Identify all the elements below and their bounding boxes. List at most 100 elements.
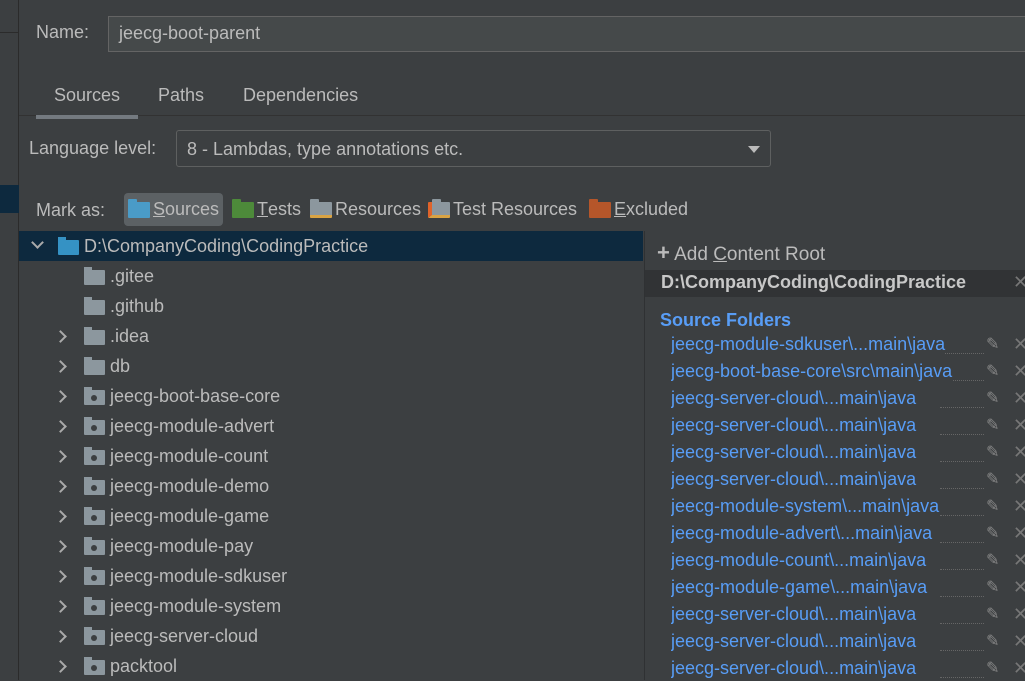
- source-folder-item[interactable]: jeecg-module-count\...main\java: [671, 550, 985, 572]
- tab-paths[interactable]: Paths: [158, 85, 204, 106]
- label: Test Resources: [453, 199, 578, 219]
- edit-pencil-icon[interactable]: ✎: [986, 469, 999, 489]
- add-content-root-button[interactable]: + Add Content Root: [657, 240, 825, 266]
- source-folder-item[interactable]: jeecg-module-sdkuser\...main\java: [671, 334, 985, 356]
- edit-pencil-icon[interactable]: ✎: [986, 361, 999, 381]
- module-folder-icon: [84, 387, 105, 405]
- tree-row[interactable]: jeecg-module-count: [19, 441, 643, 471]
- source-folders-heading: Source Folders: [660, 310, 792, 330]
- remove-source-folder-icon[interactable]: ✕: [1013, 604, 1025, 625]
- edit-pencil-icon[interactable]: ✎: [986, 577, 999, 597]
- remove-source-folder-icon[interactable]: ✕: [1013, 496, 1025, 517]
- source-folder-item[interactable]: jeecg-server-cloud\...main\java: [671, 415, 985, 437]
- remove-source-folder-icon[interactable]: ✕: [1013, 658, 1025, 679]
- edit-pencil-icon[interactable]: ✎: [986, 604, 999, 624]
- remove-source-folder-icon[interactable]: ✕: [1013, 415, 1025, 436]
- edit-pencil-icon[interactable]: ✎: [986, 631, 999, 651]
- source-folder-item[interactable]: jeecg-server-cloud\...main\java: [671, 388, 985, 410]
- chevron-right-icon[interactable]: [54, 570, 67, 583]
- chevron-right-icon[interactable]: [54, 630, 67, 643]
- tree-row[interactable]: jeecg-module-demo: [19, 471, 643, 501]
- sidebar-selected-item[interactable]: [0, 185, 19, 213]
- tree-row[interactable]: jeecg-module-sdkuser: [19, 561, 643, 591]
- label: ources: [165, 199, 220, 219]
- chevron-right-icon[interactable]: [54, 450, 67, 463]
- source-folder-path: jeecg-module-count\...main\java: [671, 550, 927, 570]
- tab-dependencies[interactable]: Dependencies: [243, 85, 358, 106]
- tree-row[interactable]: .github: [19, 291, 643, 321]
- tree-row[interactable]: .idea: [19, 321, 643, 351]
- label: Resources: [335, 199, 422, 219]
- chevron-right-icon[interactable]: [54, 420, 67, 433]
- tree-row[interactable]: db: [19, 351, 643, 381]
- chevron-right-icon[interactable]: [54, 360, 67, 373]
- source-folder-item[interactable]: jeecg-module-system\...main\java: [671, 496, 985, 518]
- source-folder-item[interactable]: jeecg-module-advert\...main\java: [671, 523, 985, 545]
- source-folder-item[interactable]: jeecg-server-cloud\...main\java: [671, 469, 985, 491]
- tree-row[interactable]: jeecg-module-system: [19, 591, 643, 621]
- source-folder-icon: [58, 237, 79, 255]
- language-level-value: 8 - Lambdas, type annotations etc.: [187, 139, 464, 159]
- tree-row[interactable]: jeecg-boot-base-core: [19, 381, 643, 411]
- source-folder-item[interactable]: jeecg-server-cloud\...main\java: [671, 604, 985, 626]
- tree-row[interactable]: jeecg-module-game: [19, 501, 643, 531]
- source-folder-path: jeecg-boot-base-core\src\main\java: [671, 361, 953, 381]
- edit-pencil-icon[interactable]: ✎: [986, 523, 999, 543]
- source-folder-item[interactable]: jeecg-server-cloud\...main\java: [671, 658, 985, 680]
- remove-source-folder-icon[interactable]: ✕: [1013, 577, 1025, 598]
- edit-pencil-icon[interactable]: ✎: [986, 496, 999, 516]
- module-folder-icon: [84, 627, 105, 645]
- remove-source-folder-icon[interactable]: ✕: [1013, 631, 1025, 652]
- chevron-down-icon[interactable]: [31, 236, 44, 249]
- edit-pencil-icon[interactable]: ✎: [986, 442, 999, 462]
- folder-tree[interactable]: D:\CompanyCoding\CodingPractice .gitee .g…: [19, 231, 643, 680]
- tree-row[interactable]: .gitee: [19, 261, 643, 291]
- chevron-right-icon[interactable]: [54, 390, 67, 403]
- chevron-right-icon[interactable]: [54, 510, 67, 523]
- excluded-folder-icon: [589, 198, 611, 218]
- module-folder-icon: [84, 567, 105, 585]
- edit-pencil-icon[interactable]: ✎: [986, 550, 999, 570]
- module-folder-icon: [84, 597, 105, 615]
- chevron-right-icon[interactable]: [54, 600, 67, 613]
- mark-sources-button[interactable]: Sources: [124, 193, 224, 226]
- edit-pencil-icon[interactable]: ✎: [986, 334, 999, 354]
- edit-pencil-icon[interactable]: ✎: [986, 658, 999, 678]
- chevron-right-icon[interactable]: [54, 660, 67, 673]
- tree-root-row[interactable]: D:\CompanyCoding\CodingPractice: [19, 231, 643, 261]
- tree-row[interactable]: jeecg-module-pay: [19, 531, 643, 561]
- remove-source-folder-icon[interactable]: ✕: [1013, 550, 1025, 571]
- tab-sources[interactable]: Sources: [35, 85, 139, 119]
- name-input[interactable]: jeecg-boot-parent: [108, 16, 1025, 52]
- mark-resources-button[interactable]: Resources: [306, 193, 425, 226]
- source-folder-item[interactable]: jeecg-server-cloud\...main\java: [671, 442, 985, 464]
- remove-source-folder-icon[interactable]: ✕: [1013, 469, 1025, 490]
- tree-row[interactable]: jeecg-module-advert: [19, 411, 643, 441]
- tree-row-label: .github: [110, 295, 165, 316]
- remove-source-folder-icon[interactable]: ✕: [1013, 442, 1025, 463]
- language-level-select[interactable]: 8 - Lambdas, type annotations etc.: [176, 130, 771, 167]
- tree-row-label: jeecg-module-count: [110, 445, 269, 466]
- tree-row[interactable]: packtool: [19, 651, 643, 681]
- source-folder-path: jeecg-server-cloud\...main\java: [671, 442, 917, 462]
- remove-content-root-icon[interactable]: ✕: [1013, 272, 1025, 293]
- edit-pencil-icon[interactable]: ✎: [986, 415, 999, 435]
- mark-excluded-button[interactable]: Excluded: [585, 193, 692, 226]
- chevron-right-icon[interactable]: [54, 330, 67, 343]
- test-resources-folder-icon: [428, 198, 450, 218]
- mark-test-resources-button[interactable]: Test Resources: [424, 193, 581, 226]
- mark-tests-button[interactable]: Tests: [228, 193, 305, 226]
- chevron-right-icon[interactable]: [54, 540, 67, 553]
- tree-row-label: db: [110, 355, 131, 376]
- content-root-path-text: D:\CompanyCoding\CodingPractice: [661, 272, 967, 292]
- remove-source-folder-icon[interactable]: ✕: [1013, 334, 1025, 355]
- edit-pencil-icon[interactable]: ✎: [986, 388, 999, 408]
- tree-row[interactable]: jeecg-server-cloud: [19, 621, 643, 651]
- remove-source-folder-icon[interactable]: ✕: [1013, 388, 1025, 409]
- remove-source-folder-icon[interactable]: ✕: [1013, 361, 1025, 382]
- source-folder-item[interactable]: jeecg-server-cloud\...main\java: [671, 631, 985, 653]
- remove-source-folder-icon[interactable]: ✕: [1013, 523, 1025, 544]
- source-folder-item[interactable]: jeecg-boot-base-core\src\main\java: [671, 361, 985, 383]
- chevron-right-icon[interactable]: [54, 480, 67, 493]
- source-folder-item[interactable]: jeecg-module-game\...main\java: [671, 577, 985, 599]
